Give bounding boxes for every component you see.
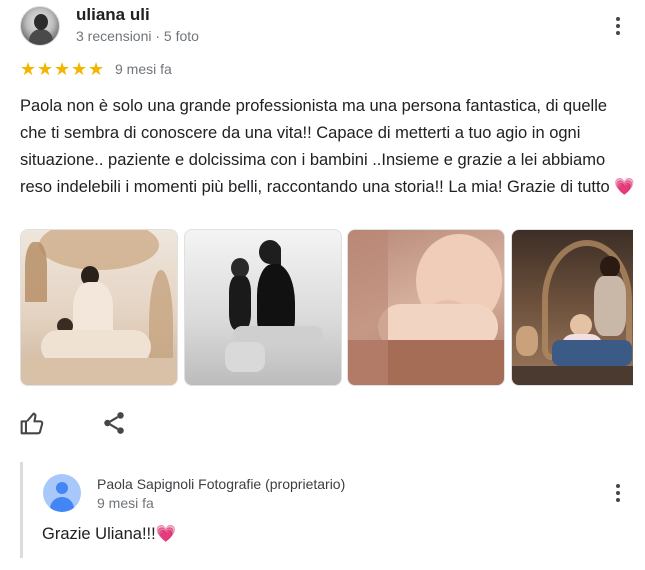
reviewer-name[interactable]: uliana uli [76, 5, 150, 25]
avatar-figure-body [29, 29, 53, 45]
review-photo-2[interactable] [184, 229, 342, 386]
reviewer-meta: 3 recensioni · 5 foto [76, 28, 199, 44]
owner-name: Paola Sapignoli Fotografie (proprietario… [97, 476, 346, 492]
rating-row: ★ ★ ★ ★ ★ 9 mesi fa [20, 60, 172, 78]
star-rating: ★ ★ ★ ★ ★ [20, 60, 105, 78]
owner-avatar-body [50, 497, 74, 512]
share-icon[interactable] [101, 410, 127, 436]
review-time: 9 mesi fa [115, 61, 172, 77]
star-icon: ★ [88, 59, 105, 79]
reply-more-options-icon[interactable] [606, 481, 630, 505]
like-icon[interactable] [20, 410, 46, 436]
share-graph-icon [104, 412, 124, 434]
reply-divider [20, 462, 23, 558]
star-icon: ★ [71, 59, 88, 79]
star-icon: ★ [54, 59, 71, 79]
review-photo-4[interactable] [511, 229, 633, 386]
review-text: Paola non è solo una grande professionis… [20, 93, 635, 201]
star-icon: ★ [37, 59, 54, 79]
star-icon: ★ [20, 59, 37, 79]
review-body: Paola non è solo una grande professionis… [20, 97, 610, 196]
reply-time: 9 mesi fa [97, 495, 154, 511]
review-more-options-icon[interactable] [606, 14, 630, 38]
reviewer-avatar[interactable] [20, 6, 60, 46]
owner-avatar [43, 474, 81, 512]
reply-text: Grazie Uliana!!!💗 [42, 525, 176, 544]
reply-body: Grazie Uliana!!! [42, 525, 156, 543]
avatar-figure-head [34, 14, 48, 30]
heart-emoji: 💗 [155, 525, 177, 543]
heart-emoji: 💗 [614, 178, 635, 196]
review-photo-1[interactable] [20, 229, 178, 386]
owner-avatar-head [56, 482, 68, 494]
review-photo-3[interactable] [347, 229, 505, 386]
thumb-up-icon [20, 412, 44, 435]
